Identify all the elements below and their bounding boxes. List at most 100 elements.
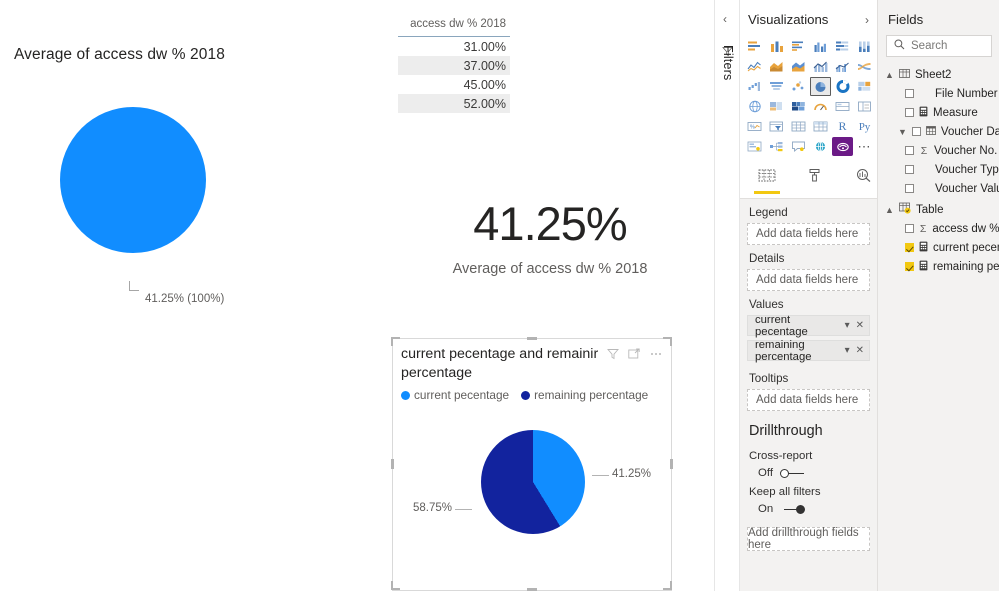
qna-visual-icon[interactable] bbox=[788, 137, 809, 156]
resize-handle-bottom-left[interactable] bbox=[391, 581, 400, 590]
table-icon[interactable] bbox=[788, 117, 809, 136]
field-checkbox[interactable] bbox=[905, 89, 914, 98]
field-measure[interactable]: Measure bbox=[882, 103, 999, 122]
keep-all-filters-toggle-row[interactable]: On bbox=[740, 501, 877, 517]
decomposition-tree-icon[interactable] bbox=[766, 137, 787, 156]
filter-icon[interactable] bbox=[607, 347, 619, 365]
field-checkbox[interactable] bbox=[905, 165, 914, 174]
visual-settings-tabs[interactable] bbox=[740, 162, 877, 199]
smart-narrative-icon[interactable] bbox=[810, 137, 831, 156]
tab-format[interactable] bbox=[802, 168, 828, 198]
visual-card[interactable]: 41.25% Average of access dw % 2018 bbox=[420, 200, 680, 300]
field-voucher-type[interactable]: Voucher Type bbox=[882, 160, 999, 179]
resize-handle-bottom-right[interactable] bbox=[663, 581, 672, 590]
collapse-visualizations-chevron-icon[interactable]: › bbox=[865, 13, 869, 27]
remove-field-icon[interactable]: ✕ bbox=[856, 320, 864, 331]
treemap-chart-icon[interactable] bbox=[854, 77, 875, 96]
field-checkbox[interactable] bbox=[905, 108, 914, 117]
clustered-bar-chart-icon[interactable] bbox=[788, 37, 809, 56]
area-chart-icon[interactable] bbox=[766, 57, 787, 76]
keep-all-filters-toggle[interactable] bbox=[780, 504, 806, 514]
card-icon[interactable] bbox=[854, 97, 875, 116]
stacked-column-chart-icon[interactable] bbox=[766, 37, 787, 56]
field-chip-current-pecentage[interactable]: current pecentage ▾ ✕ bbox=[747, 314, 870, 338]
fields-tree[interactable]: ▲ Sheet2 File Number Measure ▼ Voucher D… bbox=[878, 65, 999, 276]
table-row[interactable]: 31.00% bbox=[398, 37, 510, 57]
table-cell[interactable]: 37.00% bbox=[398, 56, 510, 75]
chevron-up-icon[interactable]: ▲ bbox=[885, 70, 894, 80]
shape-map-icon[interactable] bbox=[788, 97, 809, 116]
field-checkbox[interactable] bbox=[911, 127, 921, 136]
resize-handle-right[interactable] bbox=[670, 459, 673, 469]
table-cell[interactable]: 52.00% bbox=[398, 94, 510, 113]
scatter-chart-icon[interactable] bbox=[788, 77, 809, 96]
line-and-stacked-column-chart-icon[interactable] bbox=[810, 57, 831, 76]
pie-legend[interactable]: current pecentage remaining percentage bbox=[401, 388, 648, 402]
expand-filters-chevron-icon[interactable]: ‹ bbox=[723, 12, 727, 26]
pie-slice-full[interactable] bbox=[60, 107, 206, 253]
drillthrough-dropzone[interactable]: Add drillthrough fields here bbox=[747, 527, 870, 551]
report-canvas[interactable]: Average of access dw % 2018 41.25% (100%… bbox=[0, 0, 714, 591]
clustered-column-chart-icon[interactable] bbox=[810, 37, 831, 56]
more-visuals-ellipsis[interactable]: ⋯ bbox=[858, 140, 872, 153]
stacked-area-chart-icon[interactable] bbox=[788, 57, 809, 76]
table-row[interactable]: 37.00% bbox=[398, 56, 510, 75]
100-stacked-column-chart-icon[interactable] bbox=[854, 37, 875, 56]
field-access-dw-pct[interactable]: Σ access dw % ... bbox=[882, 219, 999, 238]
kpi-icon[interactable]: % bbox=[744, 117, 765, 136]
table-cell[interactable]: 45.00% bbox=[398, 75, 510, 94]
field-chip-actions[interactable]: ▾ ✕ bbox=[845, 345, 864, 356]
field-checkbox[interactable] bbox=[905, 224, 914, 233]
fields-table-sheet2[interactable]: ▲ Sheet2 bbox=[882, 65, 999, 84]
field-voucher-no[interactable]: Σ Voucher No. bbox=[882, 141, 999, 160]
field-voucher-date[interactable]: ▼ Voucher Date ... bbox=[882, 122, 999, 141]
field-checkbox[interactable] bbox=[905, 243, 914, 252]
bucket-dropzone-tooltips[interactable]: Add data fields here bbox=[747, 389, 870, 411]
chevron-up-icon[interactable]: ▲ bbox=[885, 205, 894, 215]
funnel-chart-icon[interactable] bbox=[766, 77, 787, 96]
field-checkbox[interactable] bbox=[905, 262, 914, 271]
key-influencers-icon[interactable] bbox=[744, 137, 765, 156]
paginated-report-visual-icon[interactable] bbox=[832, 137, 853, 156]
slicer-icon[interactable] bbox=[766, 117, 787, 136]
visual-selected-pie[interactable]: current pecentage and remainir percentag… bbox=[392, 338, 672, 591]
fields-table-table[interactable]: ▲ Table bbox=[882, 200, 999, 219]
field-chip-actions[interactable]: ▾ ✕ bbox=[845, 320, 864, 331]
focus-mode-icon[interactable] bbox=[628, 347, 640, 365]
matrix-icon[interactable] bbox=[810, 117, 831, 136]
cross-report-toggle-row[interactable]: Off bbox=[740, 465, 877, 481]
field-file-number[interactable]: File Number bbox=[882, 84, 999, 103]
filters-pane-collapsed[interactable]: ‹ Filters bbox=[714, 0, 740, 591]
legend-item-current[interactable]: current pecentage bbox=[401, 388, 509, 402]
visual-header-icons[interactable] bbox=[607, 347, 663, 365]
line-and-clustered-column-chart-icon[interactable] bbox=[832, 57, 853, 76]
r-script-visual-icon[interactable]: R bbox=[832, 117, 853, 136]
filled-map-icon[interactable] bbox=[766, 97, 787, 116]
map-icon[interactable] bbox=[744, 97, 765, 116]
resize-handle-top-left[interactable] bbox=[391, 337, 400, 346]
multi-row-card-icon[interactable] bbox=[832, 97, 853, 116]
search-input[interactable]: Search bbox=[886, 35, 992, 57]
field-current-pecentage[interactable]: current pecen... bbox=[882, 238, 999, 257]
field-checkbox[interactable] bbox=[905, 146, 914, 155]
waterfall-chart-icon[interactable] bbox=[744, 77, 765, 96]
python-visual-icon[interactable]: Py bbox=[854, 117, 875, 136]
field-wells[interactable]: Legend Add data fields here Details Add … bbox=[740, 199, 877, 411]
line-chart-icon[interactable] bbox=[744, 57, 765, 76]
table-row[interactable]: 52.00% bbox=[398, 94, 510, 113]
100-stacked-bar-chart-icon[interactable] bbox=[832, 37, 853, 56]
donut-chart-icon[interactable] bbox=[832, 77, 853, 96]
resize-handle-top-right[interactable] bbox=[663, 337, 672, 346]
tab-analytics[interactable] bbox=[850, 168, 876, 198]
get-more-visuals-icon[interactable]: ⋯ bbox=[854, 137, 875, 156]
visual-average-pie[interactable]: Average of access dw % 2018 41.25% (100%… bbox=[0, 34, 350, 305]
remove-field-icon[interactable]: ✕ bbox=[856, 345, 864, 356]
legend-item-remaining[interactable]: remaining percentage bbox=[521, 388, 648, 402]
visualizations-pane[interactable]: Visualizations › % R Py ⋯ Legend Add dat… bbox=[740, 0, 878, 591]
ribbon-chart-icon[interactable] bbox=[854, 57, 875, 76]
pie-chart-icon[interactable] bbox=[810, 77, 831, 96]
table-column-header[interactable]: access dw % 2018 bbox=[398, 18, 510, 37]
more-options-icon[interactable] bbox=[649, 347, 663, 365]
chevron-down-icon[interactable]: ▼ bbox=[898, 127, 907, 137]
stacked-bar-chart-icon[interactable] bbox=[744, 37, 765, 56]
